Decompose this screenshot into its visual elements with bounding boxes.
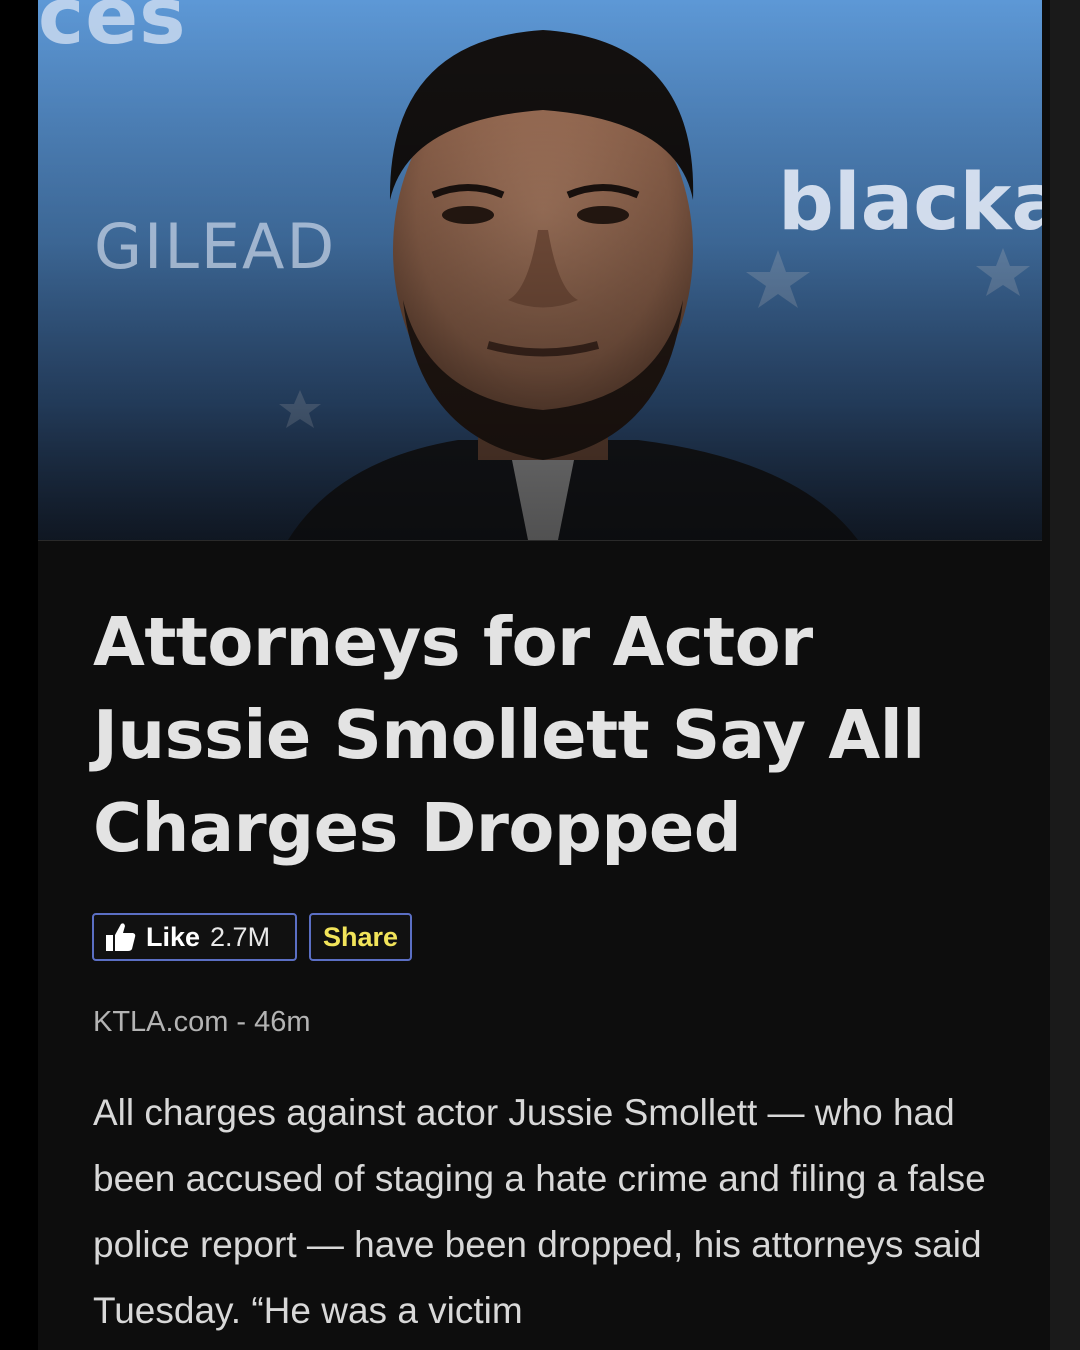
article-photo[interactable]: ces GILEAD blacka [38, 0, 1042, 541]
share-label: Share [322, 921, 399, 952]
news-card: ces GILEAD blacka Attorneys for Actor Ju… [38, 0, 1050, 1350]
backdrop-logo-gilead: GILEAD [94, 210, 337, 283]
publish-age: 46m [254, 1006, 311, 1038]
backdrop-text-top: ces [38, 0, 187, 62]
thumbs-up-icon [106, 923, 136, 951]
screen-edge [1050, 0, 1080, 1350]
article-meta: KTLA.com - 46m [93, 1006, 311, 1039]
article-headline[interactable]: Attorneys for Actor Jussie Smollett Say … [93, 596, 993, 875]
article-body: All charges against actor Jussie Smollet… [93, 1092, 986, 1331]
like-label: Like [146, 921, 201, 952]
like-button[interactable]: Like 2.7M [92, 913, 297, 961]
share-button[interactable]: Share [309, 913, 412, 961]
meta-separator: - [228, 1006, 255, 1038]
social-actions: Like 2.7M Share [92, 913, 412, 961]
screen: ces GILEAD blacka Attorneys for Actor Ju… [0, 0, 1080, 1350]
like-count: 2.7M [210, 921, 271, 952]
backdrop-logo-blacka: blacka [778, 158, 1042, 248]
source-link[interactable]: KTLA.com [93, 1006, 228, 1038]
